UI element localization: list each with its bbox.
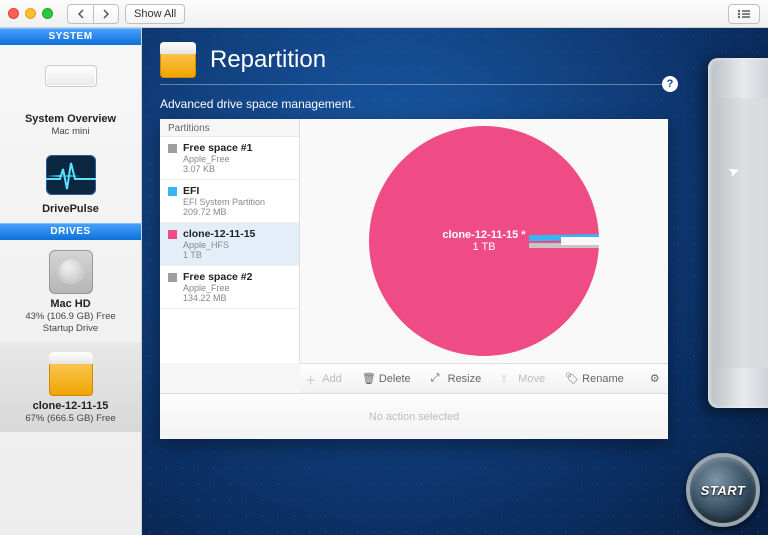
window-traffic-lights bbox=[8, 8, 53, 19]
sidebar-section-drives: DRIVES bbox=[0, 223, 141, 240]
drive-free-label: 43% (106.9 GB) Free bbox=[4, 311, 137, 322]
color-swatch bbox=[168, 187, 177, 196]
pie-gap bbox=[561, 237, 601, 245]
add-partition-button[interactable]: ＋Add bbox=[305, 372, 342, 385]
minimize-window-button[interactable] bbox=[25, 8, 36, 19]
sidebar-item-label: Mac HD bbox=[4, 298, 137, 310]
resize-icon: ⤢ bbox=[431, 372, 444, 385]
sidebar-item-drivepulse[interactable]: DrivePulse bbox=[0, 145, 141, 223]
drivepulse-icon bbox=[46, 155, 96, 195]
window-toolbar: Show All bbox=[0, 0, 768, 28]
partition-list: Partitions Free space #1 Apple_Free 3.07… bbox=[160, 119, 300, 363]
pie-chart: clone-12-11-15 * 1 TB bbox=[369, 126, 599, 356]
partition-actions-bar: ＋Add 🗑Delete ⤢Resize ↕Move 🏷Rename ⚙ bbox=[300, 363, 668, 393]
partition-list-item[interactable]: Free space #2 Apple_Free 134.22 MB bbox=[160, 266, 299, 309]
internal-hdd-icon bbox=[49, 250, 93, 294]
delete-partition-button[interactable]: 🗑Delete bbox=[362, 372, 411, 385]
forward-button[interactable] bbox=[93, 4, 119, 24]
color-swatch bbox=[168, 230, 177, 239]
header-divider bbox=[160, 84, 668, 85]
sidebar-item-sublabel: Mac mini bbox=[4, 126, 137, 137]
partition-list-item[interactable]: clone-12-11-15 Apple_HFS 1 TB bbox=[160, 223, 299, 266]
partition-list-header: Partitions bbox=[160, 119, 299, 137]
partition-text: Free space #1 Apple_Free 3.07 KB bbox=[183, 142, 252, 174]
close-window-button[interactable] bbox=[8, 8, 19, 19]
list-icon bbox=[737, 9, 751, 19]
partition-text: Free space #2 Apple_Free 134.22 MB bbox=[183, 271, 252, 303]
move-icon: ↕ bbox=[501, 372, 514, 385]
zoom-window-button[interactable] bbox=[42, 8, 53, 19]
sidebar-item-label: System Overview bbox=[4, 113, 137, 125]
color-swatch bbox=[168, 144, 177, 153]
partition-pie-chart[interactable]: clone-12-11-15 * 1 TB bbox=[300, 119, 668, 363]
partition-settings-button[interactable]: ⚙ bbox=[650, 372, 663, 385]
color-swatch bbox=[168, 273, 177, 282]
external-hdd-icon bbox=[49, 352, 93, 396]
drive-free-label: 67% (666.5 GB) Free bbox=[4, 413, 137, 424]
sidebar-item-label: clone-12-11-15 bbox=[4, 400, 137, 412]
move-partition-button[interactable]: ↕Move bbox=[501, 372, 545, 385]
back-button[interactable] bbox=[67, 4, 93, 24]
repartition-header-icon bbox=[160, 42, 196, 78]
main-content: ➤ Repartition ? Advanced drive space man… bbox=[142, 28, 768, 535]
mac-mini-icon bbox=[45, 65, 97, 87]
chevron-left-icon bbox=[77, 9, 85, 19]
partition-text: clone-12-11-15 Apple_HFS 1 TB bbox=[183, 228, 255, 260]
trash-icon: 🗑 bbox=[362, 372, 375, 385]
partition-list-item[interactable]: Free space #1 Apple_Free 3.07 KB bbox=[160, 137, 299, 180]
plus-icon: ＋ bbox=[305, 372, 318, 385]
resize-partition-button[interactable]: ⤢Resize bbox=[431, 372, 482, 385]
sidebar-item-label: DrivePulse bbox=[4, 203, 137, 215]
gear-icon: ⚙ bbox=[650, 372, 663, 385]
partition-text: EFI EFI System Partition 209.72 MB bbox=[183, 185, 265, 217]
page-subtitle: Advanced drive space management. bbox=[142, 93, 768, 119]
sidebar-item-system-overview[interactable]: System Overview Mac mini bbox=[0, 45, 141, 145]
rename-partition-button[interactable]: 🏷Rename bbox=[565, 372, 624, 385]
sidebar-item-drive-clone[interactable]: clone-12-11-15 67% (666.5 GB) Free bbox=[0, 342, 141, 432]
tag-icon: 🏷 bbox=[565, 372, 578, 385]
partition-list-item[interactable]: EFI EFI System Partition 209.72 MB bbox=[160, 180, 299, 223]
drive-role-label: Startup Drive bbox=[4, 323, 137, 334]
show-all-button[interactable]: Show All bbox=[125, 4, 185, 24]
nav-history bbox=[67, 4, 119, 24]
partition-panel: Partitions Free space #1 Apple_Free 3.07… bbox=[160, 119, 668, 439]
sidebar: SYSTEM System Overview Mac mini DrivePul… bbox=[0, 28, 142, 535]
view-list-button[interactable] bbox=[728, 4, 760, 24]
sidebar-section-system: SYSTEM bbox=[0, 28, 141, 45]
chevron-right-icon bbox=[102, 9, 110, 19]
sidebar-item-drive-mac-hd[interactable]: Mac HD 43% (106.9 GB) Free Startup Drive bbox=[0, 240, 141, 342]
pie-center-label: clone-12-11-15 * 1 TB bbox=[442, 229, 525, 253]
page-title: Repartition bbox=[210, 46, 326, 74]
start-button[interactable]: START bbox=[686, 453, 760, 527]
action-queue-footer: No action selected bbox=[160, 393, 668, 439]
